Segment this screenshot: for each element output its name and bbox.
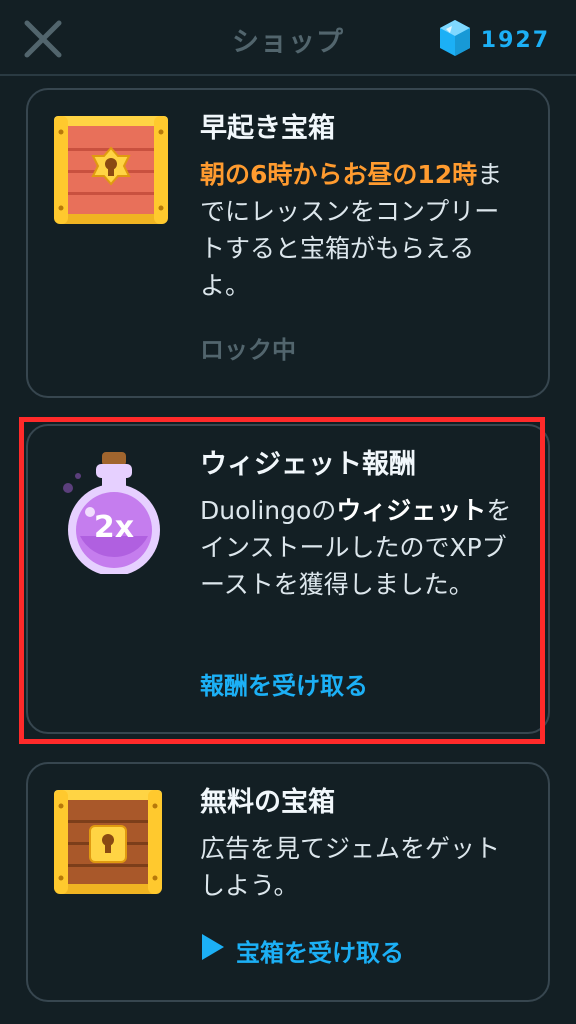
play-icon [200, 932, 226, 968]
gem-counter[interactable]: 1927 [439, 20, 550, 60]
card-description: DuolingoのウィジェットをインストールしたのでXPブーストを獲得しました。 [200, 492, 524, 603]
time-range-text: 朝の6時からお昼の12時 [200, 160, 478, 189]
card-title: ウィジェット報酬 [200, 449, 416, 480]
claim-chest-button[interactable]: 宝箱を受け取る [200, 932, 404, 968]
widget-reward-card: 2x ウィジェット報酬 DuolingoのウィジェットをインストールしたのでXP… [26, 424, 550, 734]
widget-emphasis-text: ウィジェット [336, 496, 487, 525]
claim-reward-button[interactable]: 報酬を受け取る [200, 666, 368, 701]
gem-icon [439, 19, 471, 61]
claim-chest-label: 宝箱を受け取る [236, 938, 404, 967]
card-title: 早起き宝箱 [200, 113, 335, 144]
treasure-chest-icon [54, 112, 168, 232]
xp-boost-potion-icon: 2x [54, 448, 170, 578]
description-text: Duolingoの [200, 496, 337, 525]
card-title: 無料の宝箱 [200, 787, 335, 818]
card-description: 朝の6時からお昼の12時までにレッスンをコンプリートすると宝箱がもらえるよ。 [200, 156, 524, 304]
card-description: 広告を見てジェムをゲットしよう。 [200, 834, 501, 900]
locked-status: ロック中 [200, 336, 296, 364]
gem-count: 1927 [480, 27, 550, 53]
treasure-chest-icon [54, 786, 162, 902]
top-bar: ショップ 1927 [0, 0, 576, 76]
boost-multiplier-badge: 2x [93, 510, 135, 545]
early-bird-chest-card: 早起き宝箱 朝の6時からお昼の12時までにレッスンをコンプリートすると宝箱がもら… [26, 88, 550, 398]
free-chest-card: 無料の宝箱 広告を見てジェムをゲットしよう。 宝箱を受け取る [26, 762, 550, 1002]
